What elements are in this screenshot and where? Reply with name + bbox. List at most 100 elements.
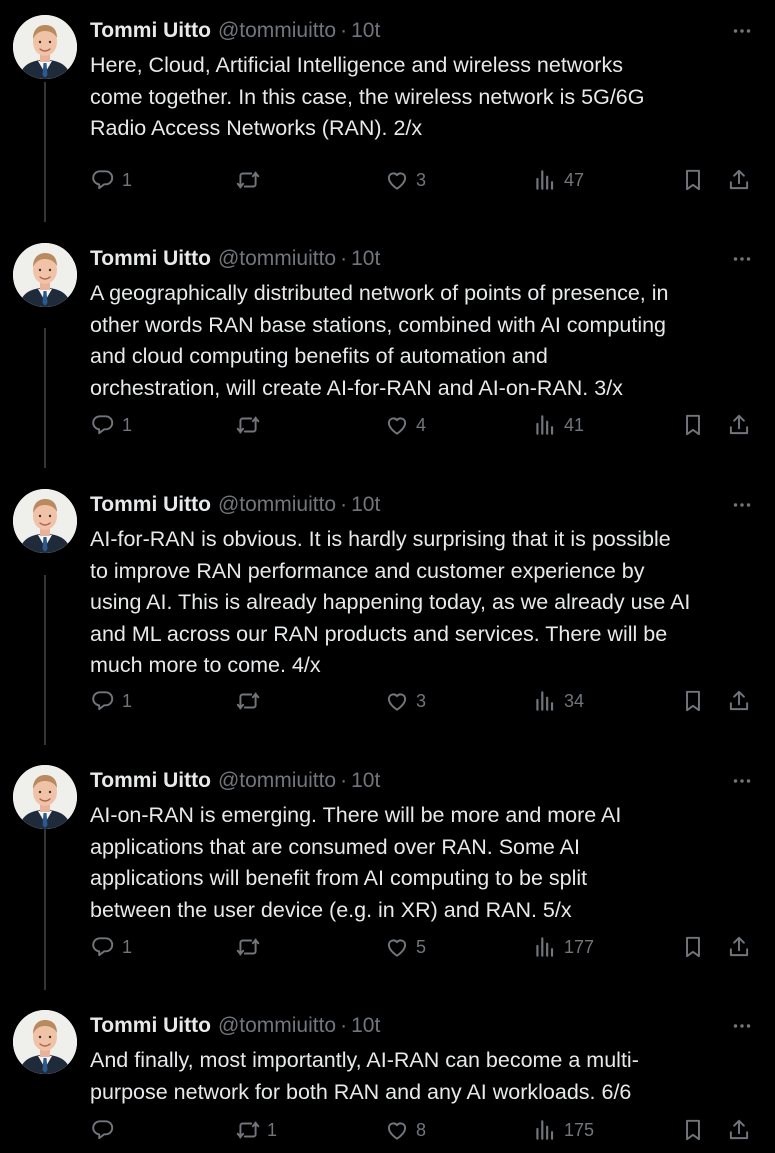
like-button[interactable]: 3 xyxy=(384,686,426,716)
reply-icon xyxy=(92,691,114,711)
tweet-text-line: come together. In this case, the wireles… xyxy=(90,84,645,109)
more-dots-icon xyxy=(733,257,751,261)
more-options-button[interactable] xyxy=(729,18,755,44)
avatar[interactable] xyxy=(13,15,77,79)
reply-button[interactable]: 1 xyxy=(90,686,132,716)
likes-count: 3 xyxy=(416,169,427,190)
replies-count: 1 xyxy=(122,414,133,435)
avatar[interactable] xyxy=(13,765,77,829)
more-dots-icon xyxy=(733,1024,751,1028)
bookmark-button[interactable] xyxy=(680,410,706,440)
separator-dot: · xyxy=(340,1014,348,1037)
bookmark-button[interactable] xyxy=(680,1115,706,1145)
author-name[interactable]: Tommi Uitto xyxy=(90,247,211,271)
reply-button[interactable]: 1 xyxy=(90,932,132,962)
views-count: 175 xyxy=(564,1119,595,1140)
avatar[interactable] xyxy=(13,489,77,553)
retweet-button[interactable] xyxy=(235,932,261,962)
bookmark-icon xyxy=(686,1119,700,1141)
reply-button[interactable] xyxy=(90,1115,116,1145)
views-count: 47 xyxy=(564,169,585,190)
avatar[interactable] xyxy=(13,243,77,307)
replies-count: 1 xyxy=(122,936,133,957)
tweet-text-line: AI-for-RAN is obvious. It is hardly surp… xyxy=(90,527,671,551)
more-options-button[interactable] xyxy=(729,246,755,272)
tweet-text: AI-on-RAN is emerging. There will be mor… xyxy=(90,800,755,926)
more-dots-icon xyxy=(733,29,751,33)
share-button[interactable] xyxy=(726,932,752,962)
retweet-button[interactable] xyxy=(235,686,261,716)
author-handle[interactable]: @tommiuitto xyxy=(218,769,336,793)
tweet-text: AI-for-RAN is obvious. It is hardly surp… xyxy=(90,524,755,682)
bookmark-button[interactable] xyxy=(680,165,706,195)
retweet-button[interactable] xyxy=(235,165,261,195)
tweet-text-line: between the user device (e.g. in XR) and… xyxy=(90,897,572,922)
bookmark-icon xyxy=(686,169,700,191)
tweet-header: Tommi Uitto @tommiuitto · 10t xyxy=(90,18,380,44)
retweet-icon xyxy=(236,1121,260,1139)
author-name[interactable]: Tommi Uitto xyxy=(90,769,211,793)
tweet-header: Tommi Uitto @tommiuitto · 10t xyxy=(90,1013,380,1039)
retweets-count: 1 xyxy=(267,1119,278,1140)
tweet-text-line: orchestration, will create AI-for-RAN an… xyxy=(90,375,623,400)
like-button[interactable]: 5 xyxy=(384,932,426,962)
more-options-button[interactable] xyxy=(729,768,755,794)
author-handle[interactable]: @tommiuitto xyxy=(218,493,336,517)
like-button[interactable]: 8 xyxy=(384,1115,426,1145)
tweet-actions: 1 3 47 xyxy=(90,165,762,195)
bookmark-button[interactable] xyxy=(680,686,706,716)
tweet: Tommi Uitto @tommiuitto · 10t A geographical… xyxy=(0,228,775,474)
separator-dot: · xyxy=(340,493,348,516)
tweet-text-line: And finally, most importantly, AI-RAN ca… xyxy=(90,1048,639,1072)
reply-icon xyxy=(92,1120,114,1140)
author-handle[interactable]: @tommiuitto xyxy=(218,19,336,43)
avatar[interactable] xyxy=(13,1010,77,1074)
heart-icon xyxy=(387,1122,407,1140)
retweet-button[interactable] xyxy=(235,410,261,440)
views-button[interactable]: 175 xyxy=(532,1115,594,1145)
views-button[interactable]: 177 xyxy=(532,932,594,962)
heart-icon xyxy=(387,417,407,435)
likes-count: 8 xyxy=(416,1119,427,1140)
timestamp[interactable]: 10t xyxy=(351,1014,380,1038)
tweet: Tommi Uitto @tommiuitto · 10t Here, Cloud, A… xyxy=(0,0,775,228)
views-button[interactable]: 34 xyxy=(532,686,584,716)
tweet-header: Tommi Uitto @tommiuitto · 10t xyxy=(90,768,380,794)
like-button[interactable]: 4 xyxy=(384,410,426,440)
retweet-icon xyxy=(236,171,260,189)
share-button[interactable] xyxy=(726,1115,752,1145)
replies-count: 1 xyxy=(122,690,133,711)
author-name[interactable]: Tommi Uitto xyxy=(90,493,211,517)
author-name[interactable]: Tommi Uitto xyxy=(90,1014,211,1038)
views-button[interactable]: 47 xyxy=(532,165,584,195)
tweet-text-line: AI-on-RAN is emerging. There will be mor… xyxy=(90,803,622,827)
reply-button[interactable]: 1 xyxy=(90,165,132,195)
reply-button[interactable]: 1 xyxy=(90,410,132,440)
author-name[interactable]: Tommi Uitto xyxy=(90,19,211,43)
reply-icon xyxy=(92,415,114,435)
more-options-button[interactable] xyxy=(729,492,755,518)
tweet-text-line: and ML across our RAN products and servi… xyxy=(90,621,668,646)
timestamp[interactable]: 10t xyxy=(351,493,380,517)
share-button[interactable] xyxy=(726,410,752,440)
share-button[interactable] xyxy=(726,165,752,195)
views-button[interactable]: 41 xyxy=(532,410,584,440)
like-button[interactable]: 3 xyxy=(384,165,426,195)
separator-dot: · xyxy=(340,769,348,792)
share-button[interactable] xyxy=(726,686,752,716)
author-handle[interactable]: @tommiuitto xyxy=(218,1014,336,1038)
tweet-actions: 1 5 177 xyxy=(90,932,762,962)
replies-count: 1 xyxy=(122,169,133,190)
tweet-header: Tommi Uitto @tommiuitto · 10t xyxy=(90,492,380,518)
timestamp[interactable]: 10t xyxy=(351,19,380,43)
author-handle[interactable]: @tommiuitto xyxy=(218,247,336,271)
separator-dot: · xyxy=(340,247,348,270)
views-count: 34 xyxy=(564,690,585,711)
tweet-text-line: to improve RAN performance and customer … xyxy=(90,558,645,583)
bookmark-button[interactable] xyxy=(680,932,706,962)
timestamp[interactable]: 10t xyxy=(351,769,380,793)
more-options-button[interactable] xyxy=(729,1013,755,1039)
retweet-button[interactable]: 1 xyxy=(235,1115,277,1145)
timestamp[interactable]: 10t xyxy=(351,247,380,271)
retweet-icon xyxy=(236,938,260,956)
